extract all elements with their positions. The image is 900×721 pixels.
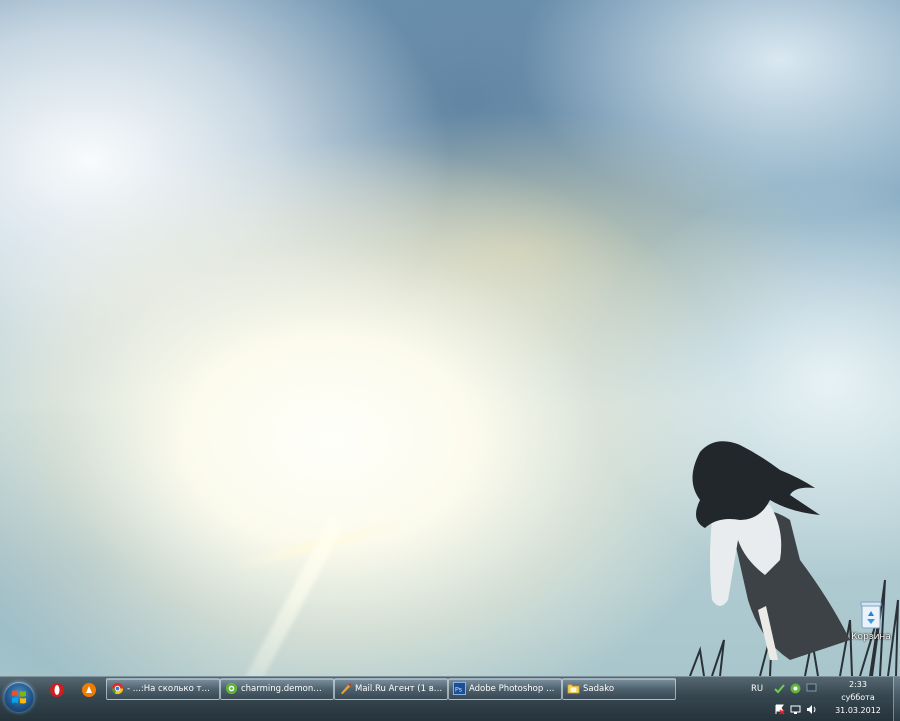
windows-logo-icon <box>12 690 26 704</box>
girl-silhouette <box>689 441 899 676</box>
svg-text:Ps: Ps <box>455 685 463 693</box>
mail-agent-icon <box>340 682 352 695</box>
start-button[interactable] <box>4 682 34 712</box>
clock[interactable]: 2:33 суббота 31.03.2012 <box>828 678 888 717</box>
desktop-wallpaper: Корзина <box>0 0 900 676</box>
icq-chat-icon <box>225 682 238 695</box>
clock-time: 2:33 <box>849 680 867 689</box>
taskbar-item-folder[interactable]: Sadako <box>562 678 676 700</box>
network-icon[interactable] <box>790 704 801 715</box>
show-desktop-button[interactable] <box>893 677 900 721</box>
icq-tray-icon[interactable] <box>790 683 801 694</box>
avast-icon[interactable] <box>80 681 98 699</box>
recycle-bin-icon <box>860 601 882 629</box>
taskbar-item-icq[interactable]: charming.demon@b... <box>220 678 334 700</box>
chrome-icon <box>111 682 124 695</box>
recycle-bin-label: Корзина <box>851 632 891 642</box>
volume-icon[interactable] <box>806 704 817 715</box>
taskbar-item-mail-agent[interactable]: Mail.Ru Агент (1 вкл... <box>334 678 448 700</box>
monitor-tray-icon[interactable] <box>806 683 817 694</box>
clock-date: 31.03.2012 <box>835 706 881 715</box>
taskbar-item-photoshop[interactable]: Ps Adobe Photoshop C... <box>448 678 562 700</box>
language-indicator[interactable]: RU <box>751 684 763 694</box>
desktop-icon-recycle-bin[interactable]: Корзина <box>848 600 894 652</box>
network-check-icon[interactable] <box>774 683 785 694</box>
flag-error-icon[interactable] <box>774 704 785 715</box>
taskbar-item-chrome[interactable]: - ...:На сколько ты и... <box>106 678 220 700</box>
clock-day: суббота <box>841 693 875 702</box>
photoshop-icon: Ps <box>453 682 466 695</box>
opera-icon[interactable] <box>48 681 66 699</box>
taskbar: - ...:На сколько ты и... charming.demon@… <box>0 676 900 721</box>
folder-icon <box>567 684 580 694</box>
